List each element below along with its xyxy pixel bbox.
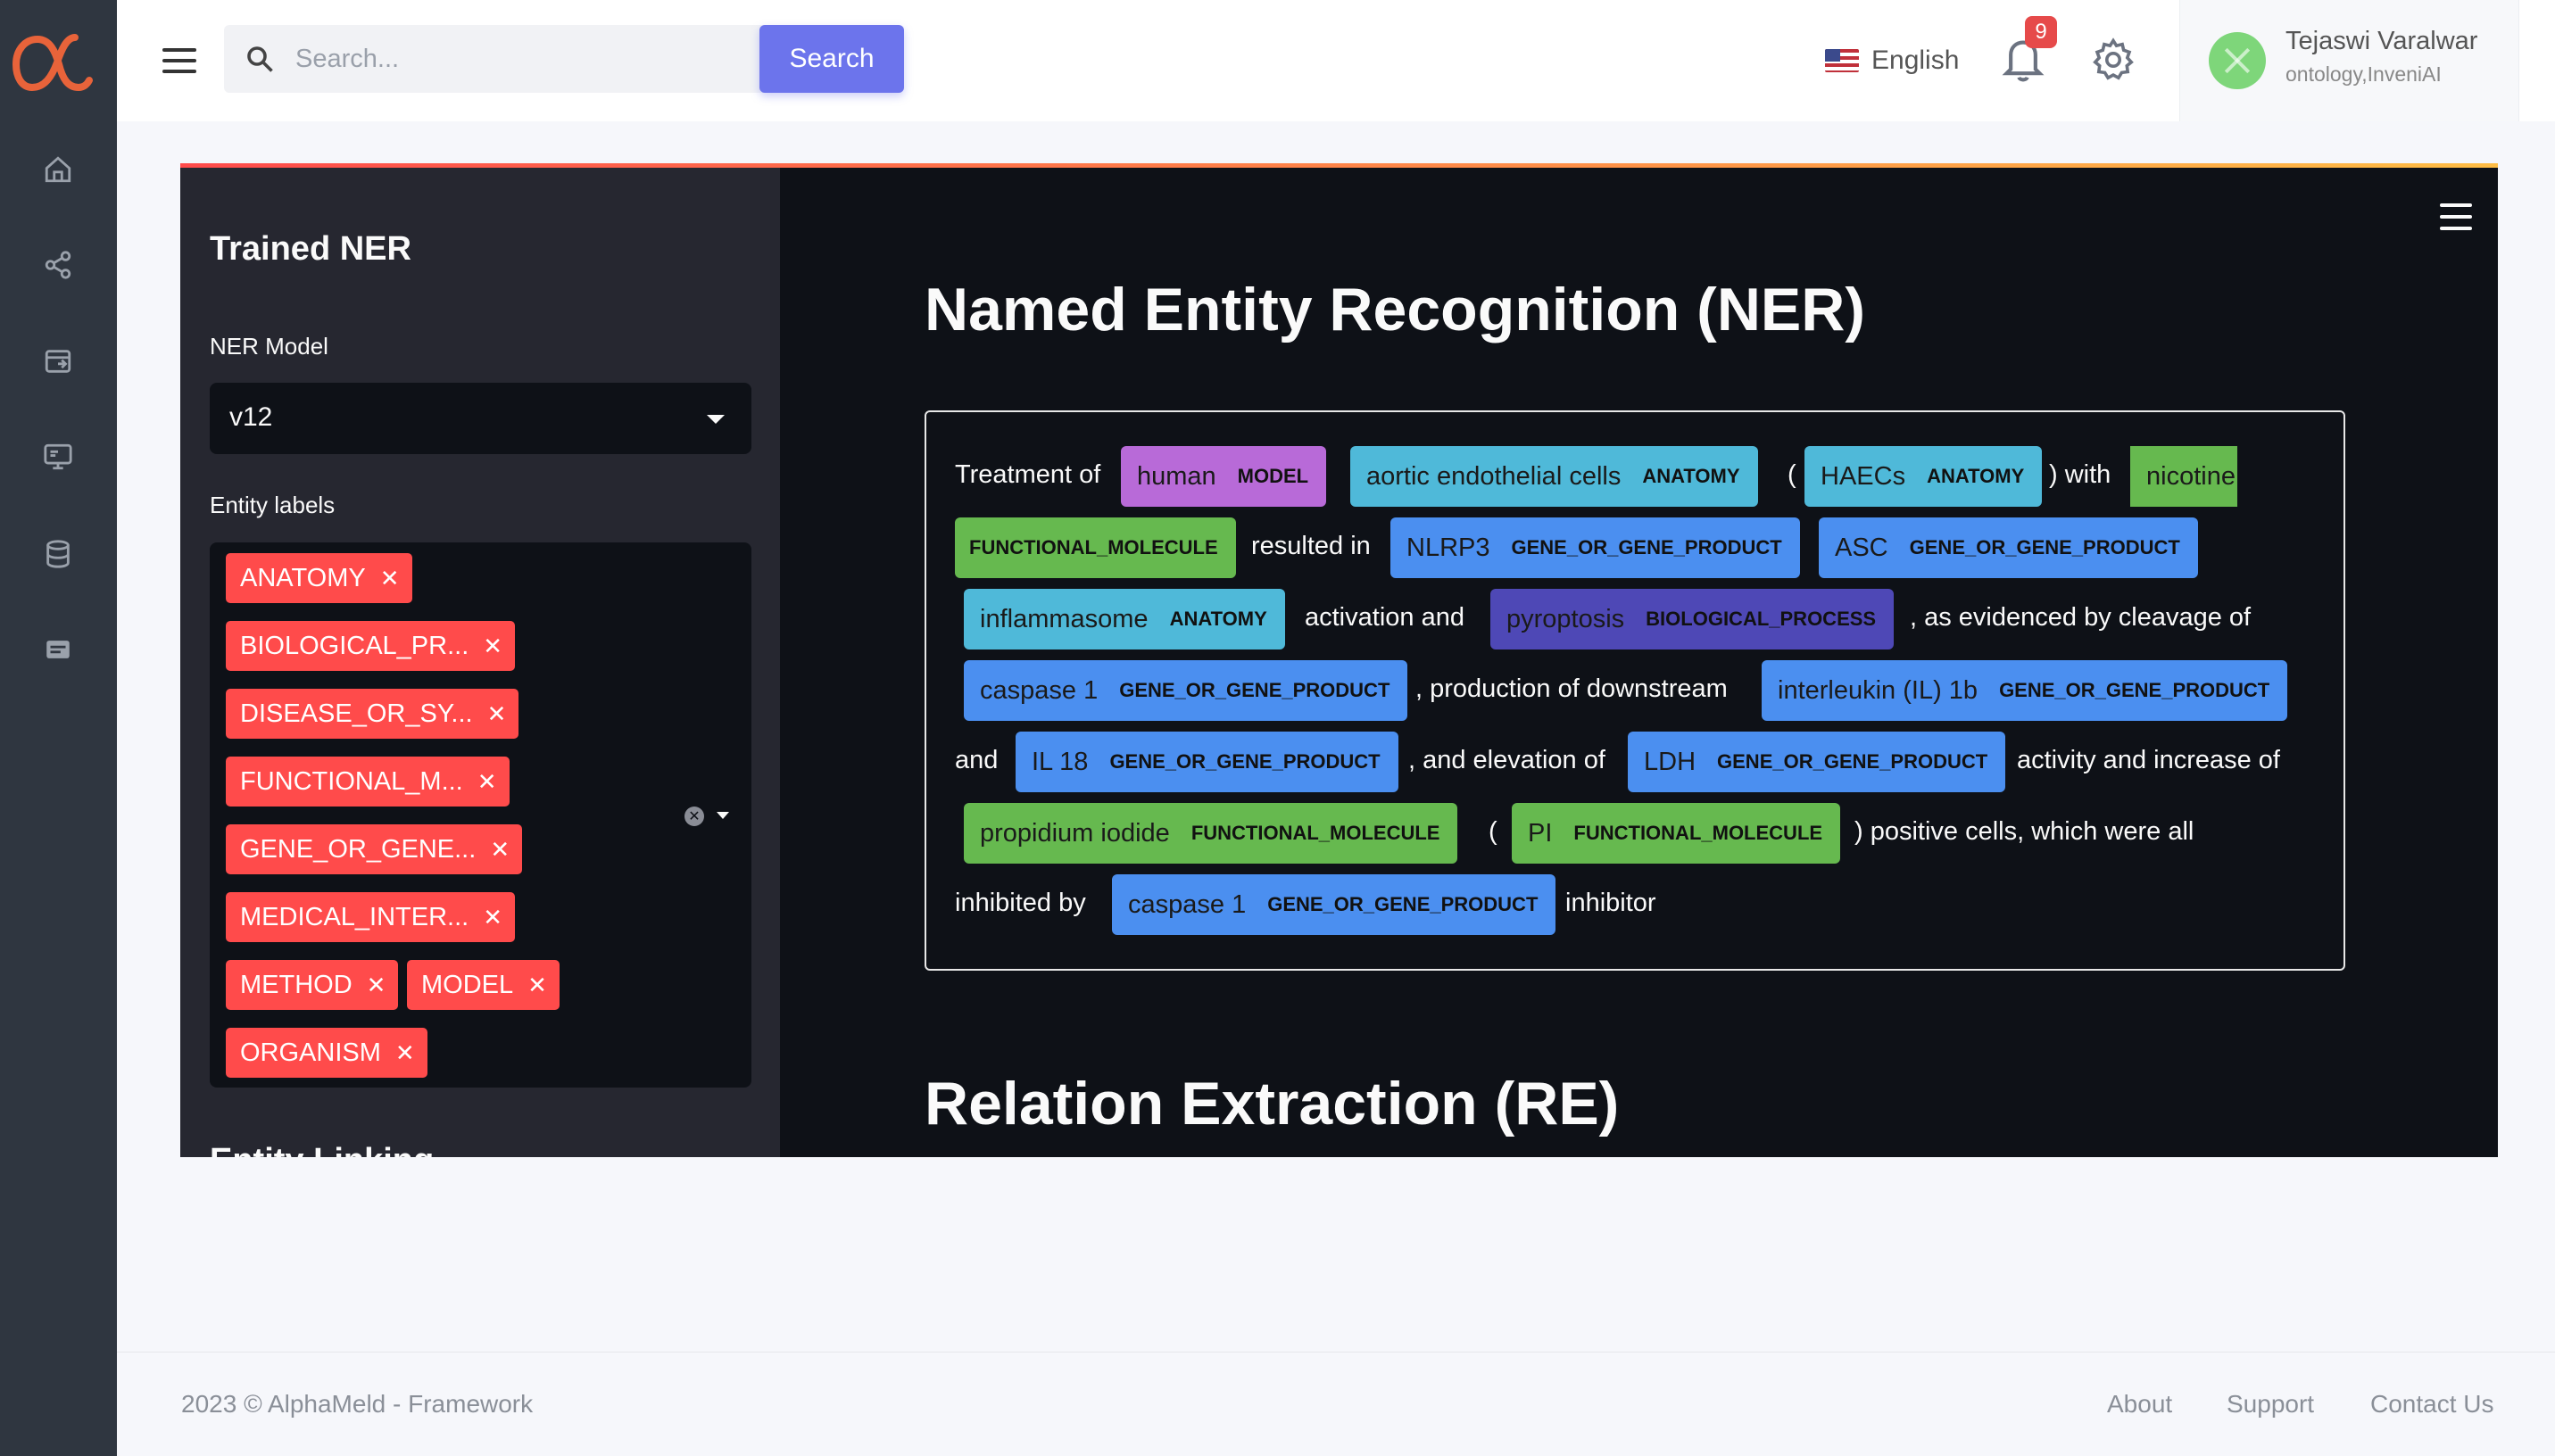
menu-toggle-icon[interactable] bbox=[153, 39, 206, 82]
message-icon[interactable] bbox=[36, 627, 80, 672]
search-button[interactable]: Search bbox=[759, 25, 904, 93]
remove-chip-icon[interactable]: ✕ bbox=[490, 836, 510, 864]
ner-model-select[interactable]: v12 bbox=[210, 383, 751, 454]
text-span: activation and bbox=[1305, 603, 1464, 632]
user-name: Tejaswi Varalwar bbox=[2285, 27, 2478, 55]
entity-span: interleukin (IL) 1b GENE_OR_GENE_PRODUCT bbox=[1762, 660, 2288, 721]
copyright: 2023 © AlphaMeld - Framework bbox=[181, 1390, 534, 1418]
gear-icon[interactable] bbox=[2089, 36, 2137, 84]
ner-output-box: Treatment of human MODEL aortic endotheli… bbox=[925, 410, 2345, 971]
language-label: English bbox=[1871, 46, 1960, 75]
avatar bbox=[2209, 32, 2266, 89]
remove-chip-icon[interactable]: ✕ bbox=[395, 1039, 415, 1067]
label-chip[interactable]: METHOD ✕ bbox=[226, 960, 399, 1010]
footer-link-support[interactable]: Support bbox=[2227, 1390, 2314, 1419]
label-chip[interactable]: MODEL ✕ bbox=[407, 960, 560, 1010]
text-span: , and elevation of bbox=[1408, 746, 1605, 774]
entity-span: PI FUNCTIONAL_MOLECULE bbox=[1512, 803, 1841, 864]
entity-span: aortic endothelial cells ANATOMY bbox=[1350, 446, 1758, 507]
label-chip[interactable]: BIOLOGICAL_PR... ✕ bbox=[226, 621, 516, 671]
text-span: , as evidenced by cleavage of bbox=[1910, 603, 2252, 632]
search-bar: Search bbox=[224, 25, 904, 93]
app-root: Search English 9 Tejaswi Varalwar ontolo… bbox=[0, 0, 2555, 1456]
ner-main: Named Entity Recognition (NER) Treatment… bbox=[780, 168, 2498, 1157]
alphameld-logo-icon[interactable] bbox=[12, 25, 102, 96]
user-org: ontology,InveniAI bbox=[2285, 62, 2442, 86]
footer-link-about[interactable]: About bbox=[2107, 1390, 2172, 1419]
label-chip[interactable]: FUNCTIONAL_M... ✕ bbox=[226, 757, 510, 807]
entity-span: IL 18 GENE_OR_GENE_PRODUCT bbox=[1016, 732, 1398, 792]
language-selector[interactable]: English bbox=[1825, 39, 1959, 82]
label-chip[interactable]: ORGANISM ✕ bbox=[226, 1028, 427, 1078]
entity-span: LDH GENE_OR_GENE_PRODUCT bbox=[1628, 732, 2006, 792]
footer-link-contact[interactable]: Contact Us bbox=[2370, 1390, 2494, 1419]
remove-chip-icon[interactable]: ✕ bbox=[483, 633, 502, 660]
footer: 2023 © AlphaMeld - Framework About Suppo… bbox=[117, 1352, 2555, 1456]
notification-badge: 9 bbox=[2025, 16, 2057, 48]
entity-span: caspase 1 GENE_OR_GENE_PRODUCT bbox=[964, 660, 1408, 721]
text-span: , production of downstream bbox=[1415, 674, 1728, 703]
home-icon[interactable] bbox=[36, 147, 80, 192]
chevron-down-icon bbox=[707, 415, 725, 424]
label-chip[interactable]: MEDICAL_INTER... ✕ bbox=[226, 892, 516, 942]
us-flag-icon bbox=[1825, 49, 1859, 72]
text-span: ) positive cells, which were all bbox=[1854, 817, 2194, 846]
remove-chip-icon[interactable]: ✕ bbox=[367, 972, 386, 999]
entity-span: FUNCTIONAL_MOLECULE bbox=[955, 517, 1236, 578]
text-span: Treatment of bbox=[955, 460, 1101, 489]
share-icon[interactable] bbox=[36, 243, 80, 287]
entity-span: inflammasome ANATOMY bbox=[964, 589, 1285, 649]
chevron-down-icon[interactable] bbox=[717, 812, 729, 819]
remove-chip-icon[interactable]: ✕ bbox=[477, 768, 497, 796]
text-span: activity and increase of bbox=[2017, 746, 2280, 774]
text-span: resulted in bbox=[1251, 532, 1371, 560]
entity-span: NLRP3 GENE_OR_GENE_PRODUCT bbox=[1390, 517, 1800, 578]
search-input[interactable] bbox=[295, 37, 635, 80]
entity-span: ASC GENE_OR_GENE_PRODUCT bbox=[1819, 517, 2198, 578]
ner-app-panel: Trained NER NER Model v12 Entity labels … bbox=[180, 163, 2498, 1157]
sidebar-title: Trained NER bbox=[210, 230, 411, 268]
database-icon[interactable] bbox=[36, 532, 80, 576]
text-span: and bbox=[955, 746, 999, 774]
clear-all-icon[interactable]: ✕ bbox=[684, 807, 704, 826]
text-span: ( bbox=[1788, 460, 1796, 489]
text-span: inhibitor bbox=[1565, 889, 1656, 917]
export-icon[interactable] bbox=[36, 339, 80, 384]
entity-span: propidium iodide FUNCTIONAL_MOLECULE bbox=[964, 803, 1458, 864]
monitor-icon[interactable] bbox=[36, 434, 80, 479]
main-menu-icon[interactable] bbox=[2440, 203, 2472, 230]
entity-linking-heading: Entity Linking bbox=[210, 1142, 434, 1157]
label-chip[interactable]: GENE_OR_GENE... ✕ bbox=[226, 824, 523, 874]
re-title: Relation Extraction (RE) bbox=[925, 1070, 1620, 1138]
entity-span: nicotine bbox=[2130, 446, 2237, 507]
text-span: ) with bbox=[2049, 460, 2111, 489]
entity-span: pyroptosis BIOLOGICAL_PROCESS bbox=[1490, 589, 1895, 649]
user-profile[interactable]: Tejaswi Varalwar ontology,InveniAI bbox=[2179, 0, 2519, 121]
entity-span: human MODEL bbox=[1121, 446, 1327, 507]
remove-chip-icon[interactable]: ✕ bbox=[380, 565, 400, 592]
ner-model-label: NER Model bbox=[210, 333, 328, 360]
label-chip[interactable]: ANATOMY ✕ bbox=[226, 553, 412, 603]
text-span: inhibited by bbox=[955, 889, 1086, 917]
text-span: ( bbox=[1489, 817, 1497, 846]
ner-model-value: v12 bbox=[229, 402, 273, 432]
entity-span: caspase 1 GENE_OR_GENE_PRODUCT bbox=[1112, 874, 1556, 935]
page-title: Named Entity Recognition (NER) bbox=[925, 276, 1866, 343]
left-rail bbox=[0, 0, 117, 1456]
entity-labels-label: Entity labels bbox=[210, 492, 336, 518]
remove-chip-icon[interactable]: ✕ bbox=[483, 904, 502, 931]
entity-labels-multiselect[interactable]: ANATOMY ✕ BIOLOGICAL_PR... ✕ DISEASE_OR_SY… bbox=[210, 542, 751, 1088]
entity-span: HAECs ANATOMY bbox=[1804, 446, 2043, 507]
remove-chip-icon[interactable]: ✕ bbox=[527, 972, 547, 999]
search-icon bbox=[247, 46, 273, 72]
top-header: Search English 9 Tejaswi Varalwar ontolo… bbox=[117, 0, 2555, 121]
ner-sidebar: Trained NER NER Model v12 Entity labels … bbox=[180, 168, 780, 1157]
label-chip[interactable]: DISEASE_OR_SY... ✕ bbox=[226, 689, 519, 739]
remove-chip-icon[interactable]: ✕ bbox=[487, 700, 507, 728]
